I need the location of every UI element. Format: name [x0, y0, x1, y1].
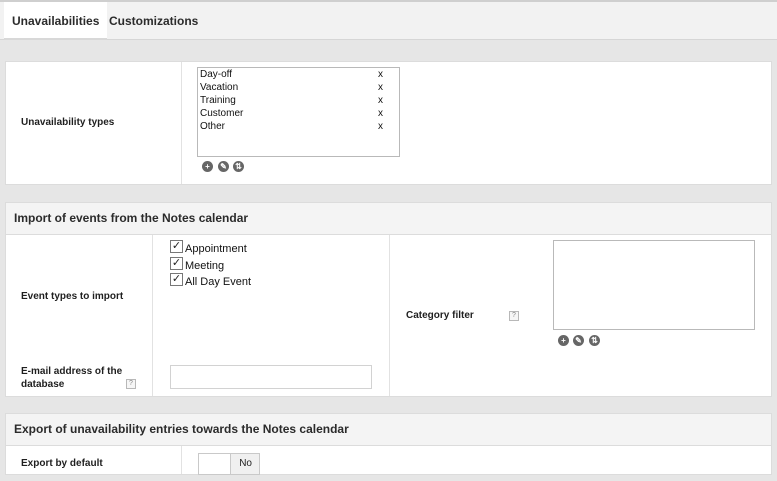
- list-item-label: Customer: [200, 108, 244, 119]
- list-item[interactable]: Day-off x: [200, 68, 397, 81]
- email-address-input[interactable]: [170, 365, 372, 389]
- appointment-checkbox[interactable]: ✓: [170, 240, 183, 253]
- export-section-header: Export of unavailability entries towards…: [5, 413, 772, 446]
- tab-unavailabilities[interactable]: Unavailabilities: [4, 2, 108, 40]
- reorder-icon[interactable]: ⇅: [589, 335, 600, 346]
- appointment-checkbox-label: Appointment: [185, 243, 247, 255]
- unavailability-types-list[interactable]: Day-off x Vacation x Training x Customer…: [197, 67, 400, 157]
- list-item[interactable]: Training x: [200, 94, 397, 107]
- list-item-label: Vacation: [200, 82, 239, 93]
- divider: [152, 235, 153, 396]
- unavailability-types-label: Unavailability types: [21, 117, 115, 128]
- list-item-label: Day-off: [200, 69, 233, 80]
- list-item-label: Training: [200, 95, 236, 106]
- remove-item-button[interactable]: x: [378, 107, 383, 120]
- email-address-label-line2: database: [21, 379, 65, 390]
- help-icon[interactable]: ?: [509, 311, 519, 321]
- reorder-icon[interactable]: ⇅: [233, 161, 244, 172]
- list-item[interactable]: Customer x: [200, 107, 397, 120]
- remove-item-button[interactable]: x: [378, 94, 383, 107]
- list-item-label: Other: [200, 121, 226, 132]
- meeting-checkbox[interactable]: ✓: [170, 257, 183, 270]
- toggle-knob: [199, 454, 231, 474]
- toggle-value: No: [239, 458, 252, 469]
- category-filter-list[interactable]: [553, 240, 755, 330]
- add-icon[interactable]: +: [202, 161, 213, 172]
- export-section-panel: [5, 445, 772, 475]
- list-item[interactable]: Other x: [200, 120, 397, 133]
- meeting-checkbox-label: Meeting: [185, 260, 225, 272]
- add-icon[interactable]: +: [558, 335, 569, 346]
- email-address-label-line1: E-mail address of the: [21, 366, 123, 377]
- edit-icon[interactable]: ✎: [218, 161, 229, 172]
- divider: [389, 235, 390, 396]
- remove-item-button[interactable]: x: [378, 120, 383, 133]
- export-by-default-label: Export by default: [21, 458, 103, 469]
- import-section-header: Import of events from the Notes calendar: [5, 202, 772, 235]
- all-day-event-checkbox[interactable]: ✓: [170, 273, 183, 286]
- event-types-label: Event types to import: [21, 291, 124, 302]
- remove-item-button[interactable]: x: [378, 68, 383, 81]
- category-filter-label: Category filter: [406, 310, 474, 321]
- tab-customizations[interactable]: Customizations: [101, 2, 206, 40]
- remove-item-button[interactable]: x: [378, 81, 383, 94]
- all-day-event-checkbox-label: All Day Event: [185, 276, 252, 288]
- divider: [181, 446, 182, 474]
- list-item[interactable]: Vacation x: [200, 81, 397, 94]
- edit-icon[interactable]: ✎: [573, 335, 584, 346]
- divider: [181, 62, 182, 184]
- help-icon[interactable]: ?: [126, 379, 136, 389]
- export-by-default-toggle[interactable]: No: [198, 453, 260, 475]
